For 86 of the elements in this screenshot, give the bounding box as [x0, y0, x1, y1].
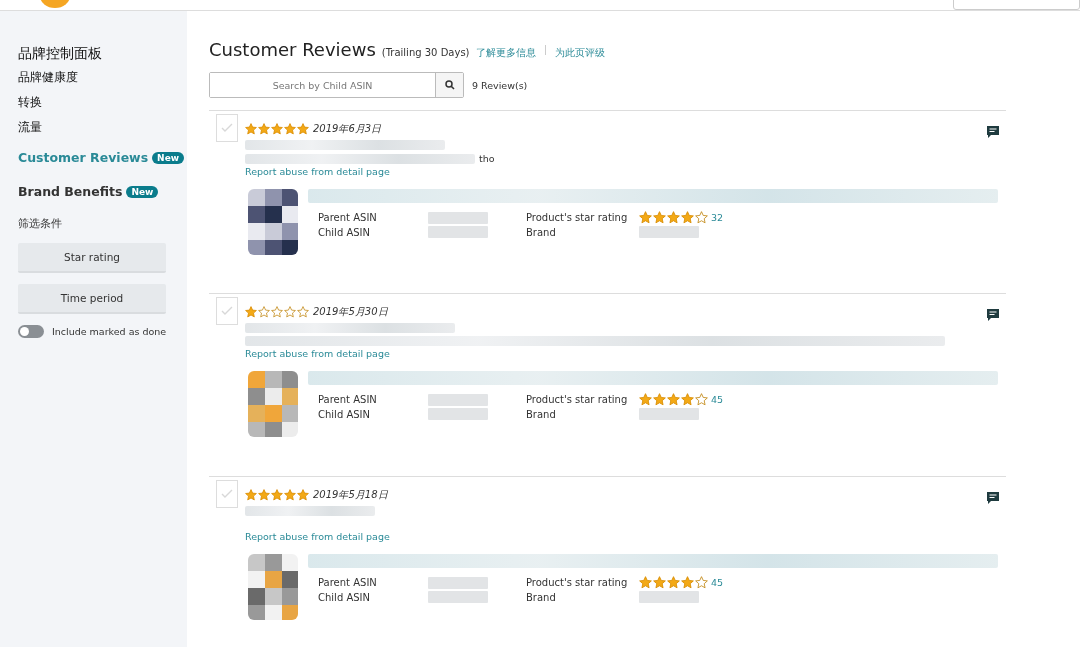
blurred-text — [428, 408, 488, 420]
search-icon[interactable] — [435, 73, 463, 97]
sidebar-item[interactable]: 转换 — [18, 94, 187, 111]
filled-star-icon — [653, 211, 666, 224]
star-rating-label: Product's star rating — [526, 394, 629, 405]
child-asin-label: Child ASIN — [318, 226, 372, 238]
filled-star-icon — [245, 306, 257, 318]
filled-star-icon — [297, 123, 309, 135]
sidebar-heading[interactable]: 品牌控制面板 — [18, 45, 187, 63]
empty-star-icon — [284, 306, 296, 318]
review-date: 2019年5月30日 — [313, 305, 388, 319]
filled-star-icon — [667, 393, 680, 406]
brand-label: Brand — [526, 408, 557, 420]
filled-star-icon — [639, 576, 652, 589]
report-link[interactable]: Report abuse from detail page — [245, 348, 390, 359]
report-link[interactable]: Report abuse from detail page — [245, 166, 390, 177]
filled-star-icon — [258, 123, 270, 135]
rating-count[interactable]: 32 — [711, 212, 724, 223]
parent-asin-label: Parent ASIN — [318, 577, 378, 588]
blurred-text — [428, 211, 488, 224]
review-date: 2019年5月18日 — [313, 488, 388, 502]
blurred-text — [639, 226, 699, 238]
filled-star-icon — [245, 489, 257, 501]
review-text: tho — [479, 153, 495, 164]
filled-star-icon — [284, 123, 296, 135]
star-rating-label: Product's star rating — [526, 212, 629, 223]
sidebar-item[interactable]: Brand Benefits — [18, 184, 123, 199]
filled-star-icon — [681, 393, 694, 406]
sidebar-item[interactable]: 流量 — [18, 119, 187, 136]
comment-icon[interactable] — [986, 308, 1000, 322]
filter-button[interactable]: Time period — [18, 284, 166, 314]
blurred-text — [639, 591, 699, 603]
done-checkbox[interactable] — [216, 480, 238, 508]
header-link[interactable]: 为此页评级 — [554, 46, 605, 60]
star-rating-label: Product's star rating — [526, 577, 629, 588]
rating-count[interactable]: 45 — [711, 577, 724, 588]
brand-label: Brand — [526, 226, 557, 238]
comment-icon[interactable] — [986, 125, 1000, 139]
filled-star-icon — [639, 211, 652, 224]
check-icon — [221, 306, 233, 316]
filled-star-icon — [681, 576, 694, 589]
toggle-label: Include marked as done — [52, 326, 167, 337]
parent-asin-label: Parent ASIN — [318, 394, 378, 405]
parent-asin-label: Parent ASIN — [318, 212, 378, 223]
rating-count[interactable]: 45 — [711, 394, 724, 405]
filled-star-icon — [271, 489, 283, 501]
empty-star-icon — [297, 306, 309, 318]
new-badge: New — [152, 151, 185, 164]
sidebar-item[interactable]: 品牌健康度 — [18, 69, 187, 86]
filled-star-icon — [667, 211, 680, 224]
page-title: Customer Reviews — [209, 39, 376, 60]
check-icon — [221, 489, 233, 499]
filled-star-icon — [639, 393, 652, 406]
review-date: 2019年6月3日 — [313, 122, 382, 136]
sidebar-item[interactable]: Customer Reviews — [18, 150, 149, 165]
child-asin-label: Child ASIN — [318, 408, 372, 420]
filled-star-icon — [653, 576, 666, 589]
done-checkbox[interactable] — [216, 114, 238, 142]
blurred-text — [428, 576, 488, 589]
filled-star-icon — [681, 211, 694, 224]
page-subtitle: (Trailing 30 Days) — [381, 47, 470, 58]
filter-label: 筛选条件 — [18, 216, 63, 231]
filled-star-icon — [245, 123, 257, 135]
check-icon — [221, 123, 233, 133]
filled-star-icon — [297, 489, 309, 501]
child-asin-label: Child ASIN — [318, 591, 372, 603]
report-link[interactable]: Report abuse from detail page — [245, 531, 390, 542]
filled-star-icon — [653, 393, 666, 406]
toggle-switch[interactable] — [18, 325, 44, 338]
blurred-text — [428, 393, 488, 406]
header-link[interactable]: 了解更多信息 — [475, 46, 536, 60]
search-field[interactable]: Search by Child ASIN — [209, 72, 464, 98]
empty-star-icon — [271, 306, 283, 318]
blurred-text — [428, 591, 488, 603]
filled-star-icon — [284, 489, 296, 501]
filled-star-icon — [271, 123, 283, 135]
new-badge: New — [126, 185, 159, 198]
filled-star-icon — [258, 489, 270, 501]
blurred-text — [639, 408, 699, 420]
filled-star-icon — [667, 576, 680, 589]
blurred-text — [428, 226, 488, 238]
comment-icon[interactable] — [986, 491, 1000, 505]
brand-label: Brand — [526, 591, 557, 603]
done-checkbox[interactable] — [216, 297, 238, 325]
review-count: 9 Review(s) — [472, 79, 528, 91]
filter-button[interactable]: Star rating — [18, 243, 166, 273]
